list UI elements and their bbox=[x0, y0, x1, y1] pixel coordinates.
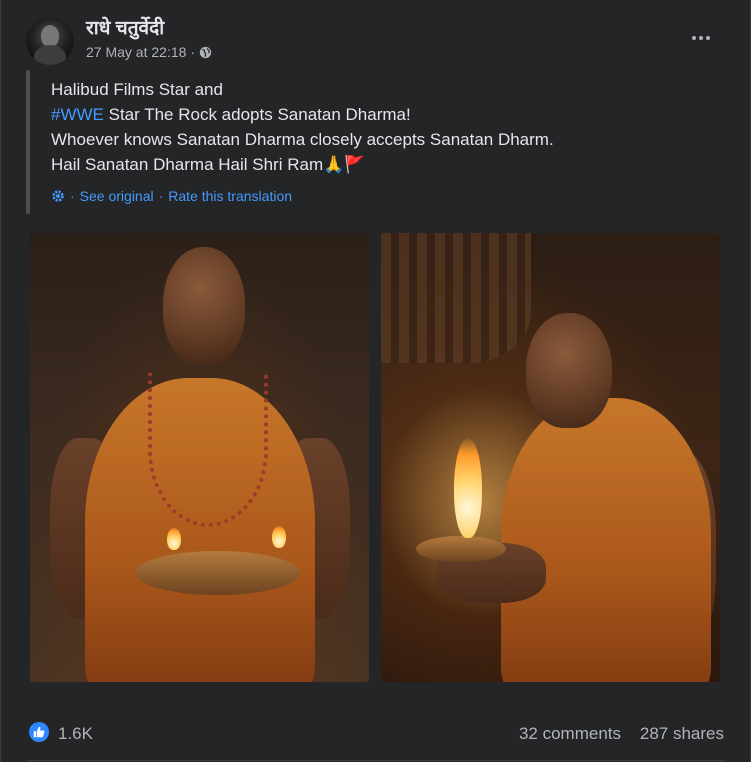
post-text-line: Halibud Films Star and bbox=[51, 80, 223, 99]
more-options-icon bbox=[692, 36, 696, 40]
like-icon[interactable] bbox=[29, 722, 49, 742]
post-photo-1[interactable] bbox=[30, 233, 369, 682]
diya-flame bbox=[454, 438, 482, 538]
translation-links: · See original · Rate this translation bbox=[51, 188, 292, 204]
more-dot bbox=[699, 36, 703, 40]
gear-icon bbox=[52, 190, 64, 202]
avatar-shirt bbox=[34, 45, 66, 65]
footer-divider bbox=[26, 760, 726, 761]
saffron-robe bbox=[501, 398, 711, 682]
meta-separator: · bbox=[190, 44, 196, 60]
comments-count[interactable]: 32 comments bbox=[519, 724, 621, 744]
post-timestamp[interactable]: 27 May at 22:18 bbox=[86, 44, 186, 60]
more-options-button[interactable] bbox=[681, 22, 721, 54]
avatar-face bbox=[41, 25, 59, 47]
hashtag-link[interactable]: #WWE bbox=[51, 105, 104, 124]
see-original-link[interactable]: See original bbox=[80, 188, 154, 204]
shares-count[interactable]: 287 shares bbox=[640, 724, 724, 744]
translation-quote-bar bbox=[26, 70, 30, 214]
post-text: Halibud Films Star and #WWE Star The Roc… bbox=[51, 77, 731, 177]
post-photo-2[interactable] bbox=[381, 233, 720, 682]
translation-dot: · bbox=[158, 188, 164, 204]
author-name[interactable]: राधे चतुर्वेदी bbox=[86, 14, 164, 40]
rate-translation-link[interactable]: Rate this translation bbox=[168, 188, 292, 204]
person-head bbox=[526, 313, 612, 428]
author-avatar[interactable] bbox=[26, 17, 74, 65]
facebook-post: राधे चतुर्वेदी 27 May at 22:18 · Halibud… bbox=[0, 0, 751, 762]
reaction-count[interactable]: 1.6K bbox=[58, 724, 93, 744]
diya-flame bbox=[167, 528, 181, 550]
post-text-line: Hail Sanatan Dharma Hail Shri Ram🙏🚩 bbox=[51, 155, 366, 174]
diya-lamp bbox=[416, 536, 506, 562]
post-text-line: Whoever knows Sanatan Dharma closely acc… bbox=[51, 130, 554, 149]
person-head bbox=[163, 247, 245, 365]
post-meta: 27 May at 22:18 · bbox=[86, 44, 212, 60]
post-footer: 1.6K 32 comments 287 shares bbox=[1, 710, 751, 754]
globe-icon[interactable] bbox=[199, 46, 212, 59]
post-text-fragment: Star The Rock adopts Sanatan Dharma! bbox=[103, 105, 411, 124]
bead-necklace bbox=[148, 373, 268, 527]
translation-dot: · bbox=[70, 188, 75, 204]
diya-tray bbox=[135, 551, 300, 595]
more-dot bbox=[706, 36, 710, 40]
diya-flame bbox=[272, 526, 286, 548]
temple-decor bbox=[381, 233, 531, 363]
thumbs-up-icon bbox=[33, 726, 45, 738]
post-text-line: #WWE Star The Rock adopts Sanatan Dharma… bbox=[51, 102, 731, 127]
